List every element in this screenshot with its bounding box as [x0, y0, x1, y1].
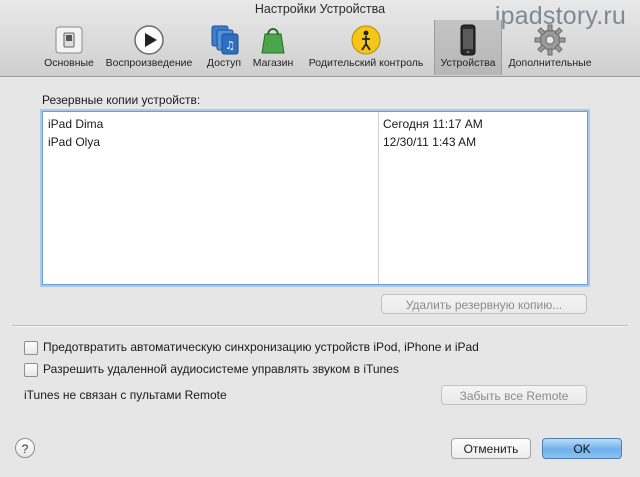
tab-general-label: Основные	[44, 57, 94, 69]
cancel-button[interactable]: Отменить	[451, 438, 531, 459]
backup-date: Сегодня 11:17 AM	[383, 117, 483, 131]
iphone-icon	[460, 24, 476, 56]
prevent-sync-checkbox[interactable]	[24, 341, 38, 355]
tab-general[interactable]: Основные	[40, 20, 98, 74]
toolbar: Настройки Устройства ipadstory.ru Основн…	[0, 0, 640, 77]
play-icon	[134, 25, 164, 55]
preferences-window: Настройки Устройства ipadstory.ru Основн…	[0, 0, 640, 477]
parental-control-icon	[351, 25, 381, 55]
tab-parental[interactable]: Родительский контроль	[303, 20, 429, 74]
remote-status-text: iTunes не связан с пультами Remote	[24, 388, 227, 402]
remote-audio-label: Разрешить удаленной аудиосистеме управля…	[43, 362, 399, 376]
backup-device-name: iPad Dima	[48, 117, 104, 131]
remote-audio-checkbox[interactable]	[24, 363, 38, 377]
gear-icon	[534, 24, 566, 56]
tab-sharing-label: Доступ	[206, 57, 242, 69]
backups-label: Резервные копии устройств:	[42, 93, 201, 107]
tab-advanced-label: Дополнительные	[508, 57, 592, 69]
tab-parental-label: Родительский контроль	[308, 57, 424, 69]
table-row[interactable]: iPad Olya 12/30/11 1:43 AM	[43, 132, 587, 150]
tab-playback[interactable]: Воспроизведение	[101, 20, 197, 74]
tab-advanced[interactable]: Дополнительные	[503, 20, 597, 74]
delete-backup-button[interactable]: Удалить резервную копию...	[381, 294, 587, 314]
help-button[interactable]: ?	[15, 438, 35, 458]
separator	[12, 325, 628, 327]
prevent-sync-label: Предотвратить автоматическую синхронизац…	[43, 340, 479, 354]
backup-device-name: iPad Olya	[48, 135, 101, 149]
tab-store[interactable]: Магазин	[248, 20, 298, 74]
table-row[interactable]: iPad Dima Сегодня 11:17 AM	[43, 114, 587, 132]
tab-store-label: Магазин	[252, 57, 294, 69]
switch-icon	[55, 26, 83, 54]
forget-remotes-button[interactable]: Забыть все Remote	[441, 385, 587, 405]
tab-sharing[interactable]: ♫ Доступ	[202, 20, 246, 74]
backups-table[interactable]: iPad Dima Сегодня 11:17 AM iPad Olya 12/…	[42, 111, 588, 285]
ok-button[interactable]: OK	[542, 438, 622, 459]
svg-text:♫: ♫	[225, 39, 235, 52]
shopping-bag-icon	[261, 28, 285, 54]
backup-date: 12/30/11 1:43 AM	[383, 135, 477, 149]
tab-devices-label: Устройства	[440, 57, 496, 69]
tab-devices[interactable]: Устройства	[434, 20, 502, 75]
sharing-icon: ♫	[211, 25, 239, 55]
tab-playback-label: Воспроизведение	[105, 57, 193, 69]
